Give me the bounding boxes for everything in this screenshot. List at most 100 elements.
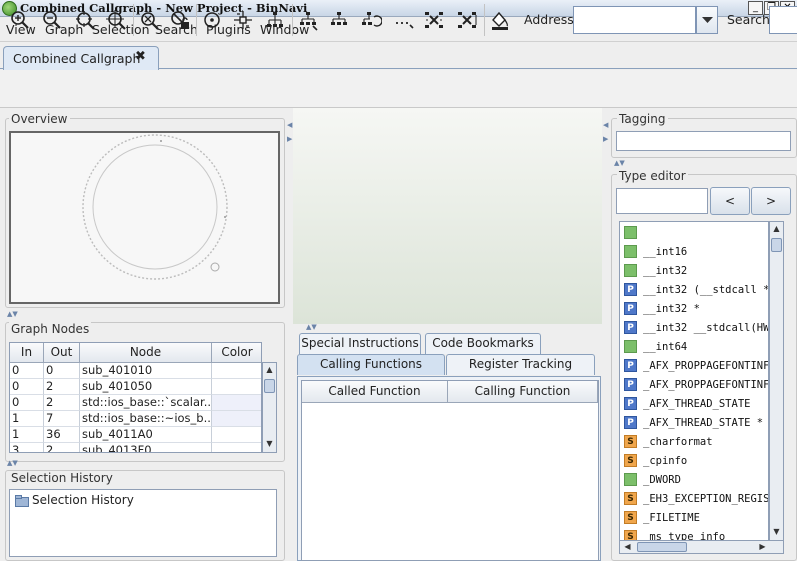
collapse-left-icon[interactable]: ◀ ▶ bbox=[287, 122, 292, 143]
delete-nodes-icon[interactable] bbox=[421, 7, 447, 33]
circular-layout-icon[interactable] bbox=[199, 7, 225, 33]
type-list-item[interactable]: P __int32 __stdcall(HWN bbox=[624, 318, 768, 337]
orthogonal-layout-icon[interactable] bbox=[230, 7, 256, 33]
scroll-thumb[interactable] bbox=[771, 238, 782, 252]
cell-out[interactable]: 36 bbox=[44, 427, 80, 443]
column-header-color[interactable]: Color bbox=[212, 343, 261, 363]
cell-in[interactable]: 0 bbox=[10, 395, 44, 411]
graph-canvas[interactable] bbox=[293, 108, 602, 324]
next-button[interactable]: > bbox=[751, 187, 791, 215]
splitter-arrows-icon[interactable]: ▲▼ bbox=[306, 324, 317, 331]
tab-calling-functions[interactable]: Calling Functions bbox=[297, 354, 445, 375]
tab-combined-callgraph[interactable]: Combined Callgraph ✖ bbox=[3, 46, 159, 70]
column-header-in[interactable]: In bbox=[10, 343, 44, 363]
type-list-item[interactable]: S _cpinfo bbox=[624, 451, 687, 470]
scroll-up-icon[interactable]: ▲ bbox=[770, 223, 783, 236]
tab-register-tracking[interactable]: Register Tracking bbox=[446, 354, 595, 375]
type-list-item[interactable]: __int32 bbox=[624, 261, 687, 280]
tab-code-bookmarks[interactable]: Code Bookmarks bbox=[425, 333, 541, 354]
column-header-node[interactable]: Node bbox=[80, 343, 212, 363]
zoom-reset-icon[interactable] bbox=[136, 7, 162, 33]
type-list-item[interactable]: _DWORD bbox=[624, 470, 681, 489]
tab-close-icon[interactable]: ✖ bbox=[135, 49, 146, 64]
scroll-thumb[interactable] bbox=[637, 542, 687, 552]
hierarchic-layout-icon[interactable] bbox=[262, 7, 288, 33]
tab-special-instructions[interactable]: Special Instructions bbox=[299, 333, 421, 354]
scroll-thumb[interactable] bbox=[264, 379, 275, 393]
type-list-item[interactable]: S _EH3_EXCEPTION_REGIST bbox=[624, 489, 768, 508]
color-nodes-icon[interactable] bbox=[487, 7, 513, 33]
cell-in[interactable]: 0 bbox=[10, 363, 44, 379]
cell-in[interactable]: 1 bbox=[10, 427, 44, 443]
tree-root-label[interactable]: Selection History bbox=[32, 493, 134, 507]
scroll-right-icon[interactable]: ▶ bbox=[756, 541, 769, 554]
select-parents-icon[interactable] bbox=[326, 7, 352, 33]
cell-out[interactable]: 7 bbox=[44, 411, 80, 427]
type-list-item[interactable]: P __int32 * bbox=[624, 299, 700, 318]
search-input[interactable] bbox=[769, 6, 797, 34]
type-search-input[interactable] bbox=[616, 188, 708, 214]
cell-color[interactable] bbox=[212, 395, 261, 411]
type-list-item[interactable] bbox=[624, 223, 643, 242]
nodes-scrollbar[interactable]: ▲ ▼ bbox=[262, 362, 277, 453]
scroll-up-icon[interactable]: ▲ bbox=[263, 364, 276, 377]
calling-functions-table[interactable]: Called Function Calling Function bbox=[301, 380, 599, 561]
cell-node[interactable]: sub_4013F0 bbox=[80, 443, 212, 452]
type-list-item[interactable]: S _charformat bbox=[624, 432, 713, 451]
cell-in[interactable]: 3 bbox=[10, 443, 44, 452]
cell-color[interactable] bbox=[212, 363, 261, 379]
cell-in[interactable]: 0 bbox=[10, 379, 44, 395]
select-path-icon[interactable] bbox=[391, 7, 417, 33]
cell-out[interactable]: 2 bbox=[44, 443, 80, 452]
type-list-item[interactable]: __int64 bbox=[624, 337, 687, 356]
collapse-right-icon[interactable]: ◀ ▶ bbox=[603, 122, 608, 143]
scroll-left-icon[interactable]: ◀ bbox=[621, 541, 634, 554]
type-list-item[interactable]: P _AFX_PROPPAGEFONTINFO bbox=[624, 356, 768, 375]
select-children-icon[interactable] bbox=[295, 7, 321, 33]
type-list-item[interactable]: __int16 bbox=[624, 242, 687, 261]
delete-unselected-icon[interactable] bbox=[454, 7, 480, 33]
cell-node[interactable]: std::ios_base::`scalar... bbox=[80, 395, 212, 411]
column-header-calling-function[interactable]: Calling Function bbox=[448, 381, 598, 403]
type-list-item[interactable]: P _AFX_PROPPAGEFONTINFO bbox=[624, 375, 768, 394]
column-header-out[interactable]: Out bbox=[44, 343, 80, 363]
cell-node[interactable]: sub_4011A0 bbox=[80, 427, 212, 443]
scroll-down-icon[interactable]: ▼ bbox=[770, 526, 783, 539]
previous-button[interactable]: < bbox=[710, 187, 750, 215]
cell-node[interactable]: sub_401010 bbox=[80, 363, 212, 379]
selection-history-tree[interactable]: Selection History bbox=[9, 489, 277, 557]
type-list-hscrollbar[interactable]: ◀ ▶ bbox=[619, 540, 784, 554]
address-input[interactable] bbox=[573, 6, 696, 34]
cell-node[interactable]: std::ios_base::~ios_b... bbox=[80, 411, 212, 427]
cell-color[interactable] bbox=[212, 443, 261, 452]
type-list-item[interactable]: S _FILETIME bbox=[624, 508, 700, 527]
splitter-arrows-icon[interactable]: ▲▼ bbox=[614, 160, 625, 167]
type-list-item[interactable]: P _AFX_THREAD_STATE bbox=[624, 394, 750, 413]
cell-in[interactable]: 1 bbox=[10, 411, 44, 427]
splitter-arrows-icon[interactable]: ▲▼ bbox=[7, 311, 18, 318]
freeze-view-icon[interactable] bbox=[167, 7, 193, 33]
splitter-arrows-icon[interactable]: ▲▼ bbox=[7, 460, 18, 467]
zoom-in-icon[interactable] bbox=[7, 7, 33, 33]
column-header-called-function[interactable]: Called Function bbox=[302, 381, 448, 403]
type-list[interactable]: __int16 __int32 P __int32 (__stdcall *) P __i… bbox=[619, 221, 769, 541]
cell-node[interactable]: sub_401050 bbox=[80, 379, 212, 395]
cell-out[interactable]: 2 bbox=[44, 379, 80, 395]
cell-color[interactable] bbox=[212, 427, 261, 443]
select-successors-icon[interactable] bbox=[358, 7, 384, 33]
cell-out[interactable]: 0 bbox=[44, 363, 80, 379]
type-list-item[interactable]: S _ms_type_info bbox=[624, 527, 725, 540]
tagging-input[interactable] bbox=[616, 131, 791, 151]
type-list-item[interactable]: P _AFX_THREAD_STATE * bbox=[624, 413, 763, 432]
scroll-down-icon[interactable]: ▼ bbox=[263, 438, 276, 451]
type-list-item[interactable]: P __int32 (__stdcall *) bbox=[624, 280, 768, 299]
cell-out[interactable]: 2 bbox=[44, 395, 80, 411]
graph-nodes-table[interactable]: In Out Node Color 0 0 sub_401010 0 2 sub… bbox=[9, 342, 262, 453]
zoom-fit-icon[interactable] bbox=[72, 7, 98, 33]
type-list-scrollbar[interactable]: ▲ ▼ bbox=[769, 221, 784, 541]
cell-color[interactable] bbox=[212, 411, 261, 427]
address-dropdown[interactable] bbox=[696, 6, 718, 34]
overview-canvas[interactable] bbox=[9, 131, 280, 304]
cell-color[interactable] bbox=[212, 379, 261, 395]
zoom-selection-icon[interactable] bbox=[103, 7, 129, 33]
